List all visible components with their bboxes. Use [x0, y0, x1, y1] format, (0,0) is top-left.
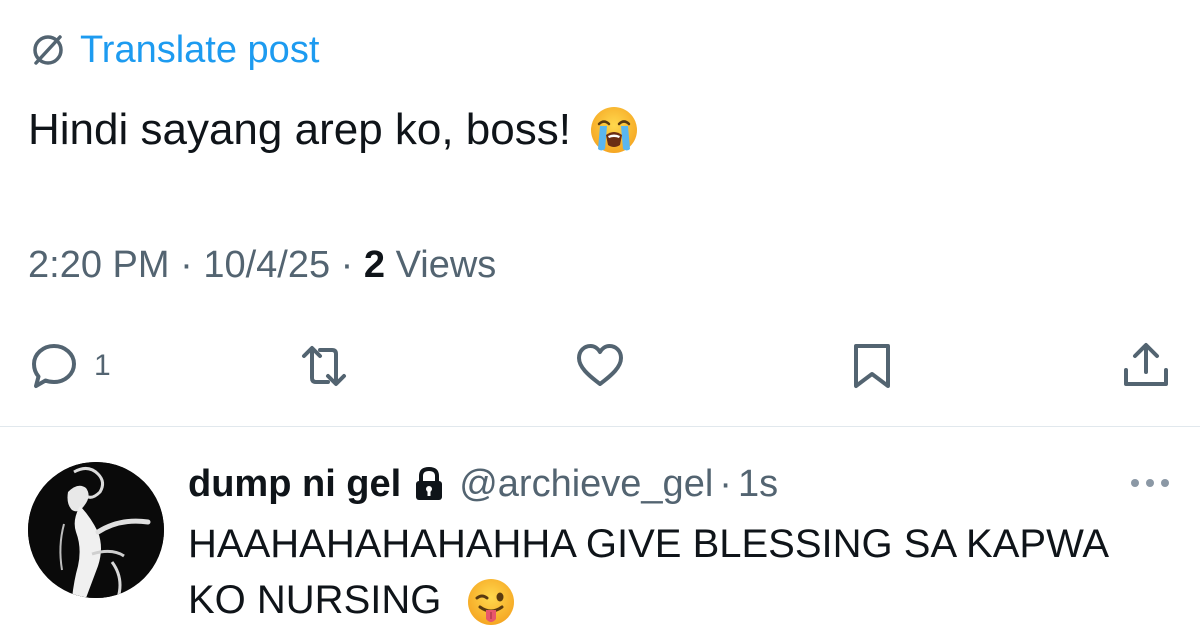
- lock-icon: [413, 466, 445, 502]
- reply-display-name[interactable]: dump ni gel: [188, 458, 401, 510]
- meta-separator: ·: [180, 244, 204, 286]
- translate-icon: [28, 30, 68, 70]
- share-icon: [1120, 340, 1172, 392]
- post-text: Hindi sayang arep ko, boss!: [28, 100, 639, 160]
- bookmark-button[interactable]: [846, 338, 898, 394]
- post-text-content: Hindi sayang arep ko, boss!: [28, 105, 571, 154]
- reply-header: dump ni gel @archieve_gel · 1s: [188, 458, 1120, 510]
- post-time: 2:20 PM: [28, 244, 170, 286]
- views-label: Views: [395, 244, 497, 286]
- loudly-crying-face-icon: [589, 105, 639, 155]
- reply-post[interactable]: dump ni gel @archieve_gel · 1s HAAHAHAHA…: [188, 458, 1120, 628]
- reply-count: 1: [94, 349, 111, 382]
- share-button[interactable]: [1120, 338, 1172, 394]
- repost-icon: [298, 340, 350, 392]
- post-actions-bar: 1: [28, 338, 1172, 394]
- translate-post-link[interactable]: Translate post: [28, 30, 319, 70]
- like-icon: [574, 340, 626, 392]
- repost-button[interactable]: [298, 338, 350, 394]
- reply-text-content: HAAHAHAHAHAHHA GIVE BLESSING SA KAPWA KO…: [188, 522, 1107, 622]
- winking-face-with-tongue-icon: [466, 577, 516, 627]
- reply-time[interactable]: 1s: [738, 458, 778, 510]
- avatar[interactable]: [28, 462, 164, 598]
- reply-icon: [28, 340, 80, 392]
- post-meta: 2:20 PM · 10/4/25 · 2 Views: [28, 240, 496, 290]
- post-date: 10/4/25: [203, 244, 331, 286]
- reply-text: HAAHAHAHAHAHHA GIVE BLESSING SA KAPWA KO…: [188, 516, 1148, 628]
- reply-button[interactable]: 1: [28, 338, 111, 394]
- like-button[interactable]: [574, 338, 626, 394]
- more-icon[interactable]: [1128, 468, 1172, 498]
- views-count: 2: [363, 244, 386, 286]
- reply-handle[interactable]: @archieve_gel: [459, 458, 713, 510]
- reply-separator: ·: [719, 463, 732, 505]
- divider: [0, 426, 1200, 427]
- translate-post-label: Translate post: [80, 29, 320, 71]
- meta-separator: ·: [340, 244, 364, 286]
- bookmark-icon: [846, 340, 898, 392]
